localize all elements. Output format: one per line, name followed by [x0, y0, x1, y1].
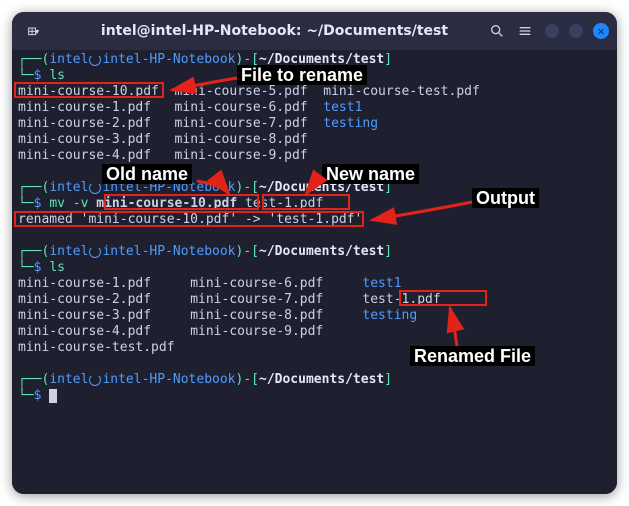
terminal-window: intel@intel-HP-Notebook: ~/Documents/tes… [12, 12, 617, 494]
terminal-body[interactable]: ┌──(intelintel-HP-Notebook)-[~/Documents… [12, 50, 617, 494]
menu-button[interactable] [511, 17, 539, 45]
dropdown-icon [37, 24, 41, 39]
ls-output-row: mini-course-4.pdf mini-course-9.pdf [18, 148, 611, 164]
search-button[interactable] [483, 17, 511, 45]
minimize-button[interactable] [545, 24, 559, 38]
highlight-box [262, 194, 350, 210]
highlight-box [104, 194, 259, 210]
window-controls: ✕ [545, 23, 609, 39]
spinner-icon [89, 374, 101, 386]
search-icon [489, 23, 505, 39]
prompt-line: ┌──(intelintel-HP-Notebook)-[~/Documents… [18, 244, 611, 260]
close-icon: ✕ [597, 24, 604, 38]
ls-output-row: mini-course-4.pdf mini-course-9.pdf [18, 324, 611, 340]
prompt-line: ┌──(intelintel-HP-Notebook)-[~/Documents… [18, 52, 611, 68]
close-button[interactable]: ✕ [593, 23, 609, 39]
ls-output-row: mini-course-2.pdf mini-course-7.pdf test… [18, 116, 611, 132]
ls-output-row: mini-course-2.pdf mini-course-7.pdf test… [18, 292, 611, 308]
maximize-button[interactable] [569, 24, 583, 38]
window-title: intel@intel-HP-Notebook: ~/Documents/tes… [66, 23, 483, 39]
highlight-box [14, 211, 364, 227]
titlebar: intel@intel-HP-Notebook: ~/Documents/tes… [12, 12, 617, 50]
blank-line [18, 228, 611, 244]
ls-output-row: mini-course-3.pdf mini-course-8.pdf test… [18, 308, 611, 324]
prompt-line: ┌──(intelintel-HP-Notebook)-[~/Documents… [18, 372, 611, 388]
blank-line [18, 356, 611, 372]
command-line: └─$ [18, 388, 611, 404]
ls-output-row: mini-course-1.pdf mini-course-6.pdf test… [18, 276, 611, 292]
ls-output-row: mini-course-1.pdf mini-course-6.pdf test… [18, 100, 611, 116]
cursor [49, 389, 57, 403]
hamburger-icon [517, 23, 533, 39]
command-line: └─$ ls [18, 260, 611, 276]
spinner-icon [89, 54, 101, 66]
spinner-icon [89, 246, 101, 258]
ls-output-row: mini-course-test.pdf [18, 340, 611, 356]
new-tab-button[interactable] [20, 17, 48, 45]
spinner-icon [89, 182, 101, 194]
highlight-box [399, 290, 487, 306]
blank-line [18, 164, 611, 180]
ls-output-row: mini-course-3.pdf mini-course-8.pdf [18, 132, 611, 148]
highlight-box [14, 82, 164, 98]
